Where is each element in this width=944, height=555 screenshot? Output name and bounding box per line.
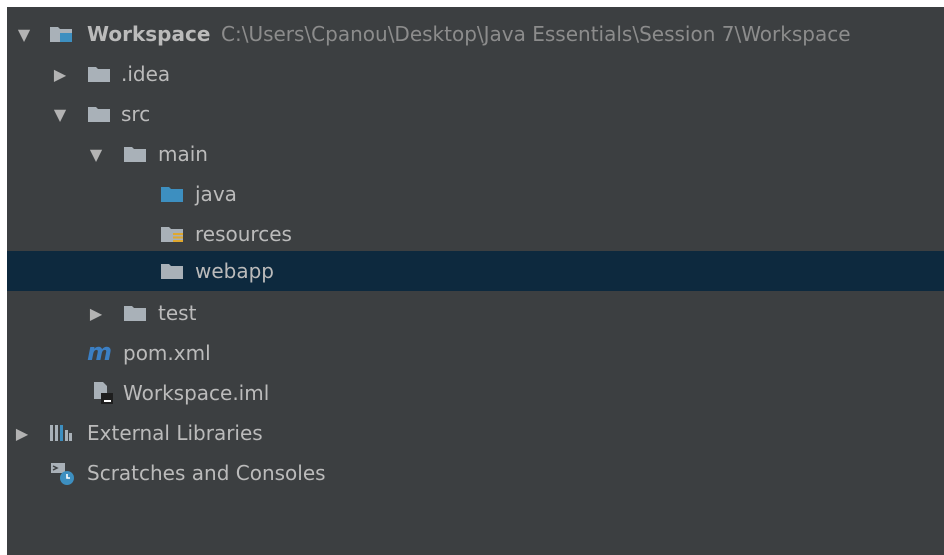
folder-icon: [160, 261, 184, 281]
expand-arrow-icon[interactable]: ▼: [49, 94, 71, 134]
tree-label-resources: resources: [195, 222, 292, 246]
module-folder-icon: [49, 24, 73, 44]
tree-row-main[interactable]: ▼ main: [7, 134, 944, 174]
source-folder-icon: [160, 184, 184, 204]
tree-label-workspace-iml: Workspace.iml: [123, 381, 270, 405]
tree-row-webapp[interactable]: webapp: [7, 251, 944, 291]
tree-row-workspace-iml[interactable]: Workspace.iml: [7, 373, 944, 413]
project-tree-panel: ▼ Workspace C:\Users\Cpanou\Desktop\Java…: [7, 7, 944, 555]
module-file-icon: [91, 381, 117, 405]
tree-row-pom[interactable]: m pom.xml: [7, 333, 944, 373]
folder-icon: [87, 64, 111, 84]
folder-icon: [87, 104, 111, 124]
tree-row-idea[interactable]: ▶ .idea: [7, 54, 944, 94]
tree-row-src[interactable]: ▼ src: [7, 94, 944, 134]
maven-icon: m: [87, 339, 117, 367]
expand-arrow-icon[interactable]: ▼: [13, 14, 35, 54]
tree-label-idea: .idea: [121, 62, 171, 86]
tree-label-src: src: [121, 102, 151, 126]
tree-label-pom: pom.xml: [123, 341, 211, 365]
tree-row-external-libraries[interactable]: ▶ External Libraries: [7, 413, 944, 453]
tree-label-test: test: [158, 301, 197, 325]
libraries-icon: [49, 423, 73, 443]
tree-row-resources[interactable]: resources: [7, 214, 944, 254]
maven-icon-letter: m: [87, 338, 113, 366]
tree-row-scratches[interactable]: Scratches and Consoles: [7, 453, 944, 493]
workspace-path-text: C:\Users\Cpanou\Desktop\Java Essentials\…: [221, 22, 851, 46]
collapse-arrow-icon[interactable]: ▶: [49, 54, 71, 94]
tree-label-workspace: Workspace: [87, 22, 211, 46]
tree-row-java[interactable]: java: [7, 174, 944, 214]
scratches-icon: [49, 461, 77, 487]
collapse-arrow-icon[interactable]: ▶: [85, 293, 107, 333]
collapse-arrow-icon[interactable]: ▶: [11, 413, 33, 453]
tree-label-webapp: webapp: [195, 259, 275, 283]
folder-icon: [123, 144, 147, 164]
tree-label-external-libraries: External Libraries: [87, 421, 263, 445]
tree-label-main: main: [158, 142, 208, 166]
tree-label-scratches: Scratches and Consoles: [87, 461, 326, 485]
folder-icon: [123, 303, 147, 323]
resources-folder-icon: [160, 224, 184, 244]
tree-label-java: java: [195, 182, 237, 206]
tree-row-workspace[interactable]: ▼ Workspace C:\Users\Cpanou\Desktop\Java…: [7, 14, 944, 54]
expand-arrow-icon[interactable]: ▼: [85, 134, 107, 174]
tree-row-test[interactable]: ▶ test: [7, 293, 944, 333]
